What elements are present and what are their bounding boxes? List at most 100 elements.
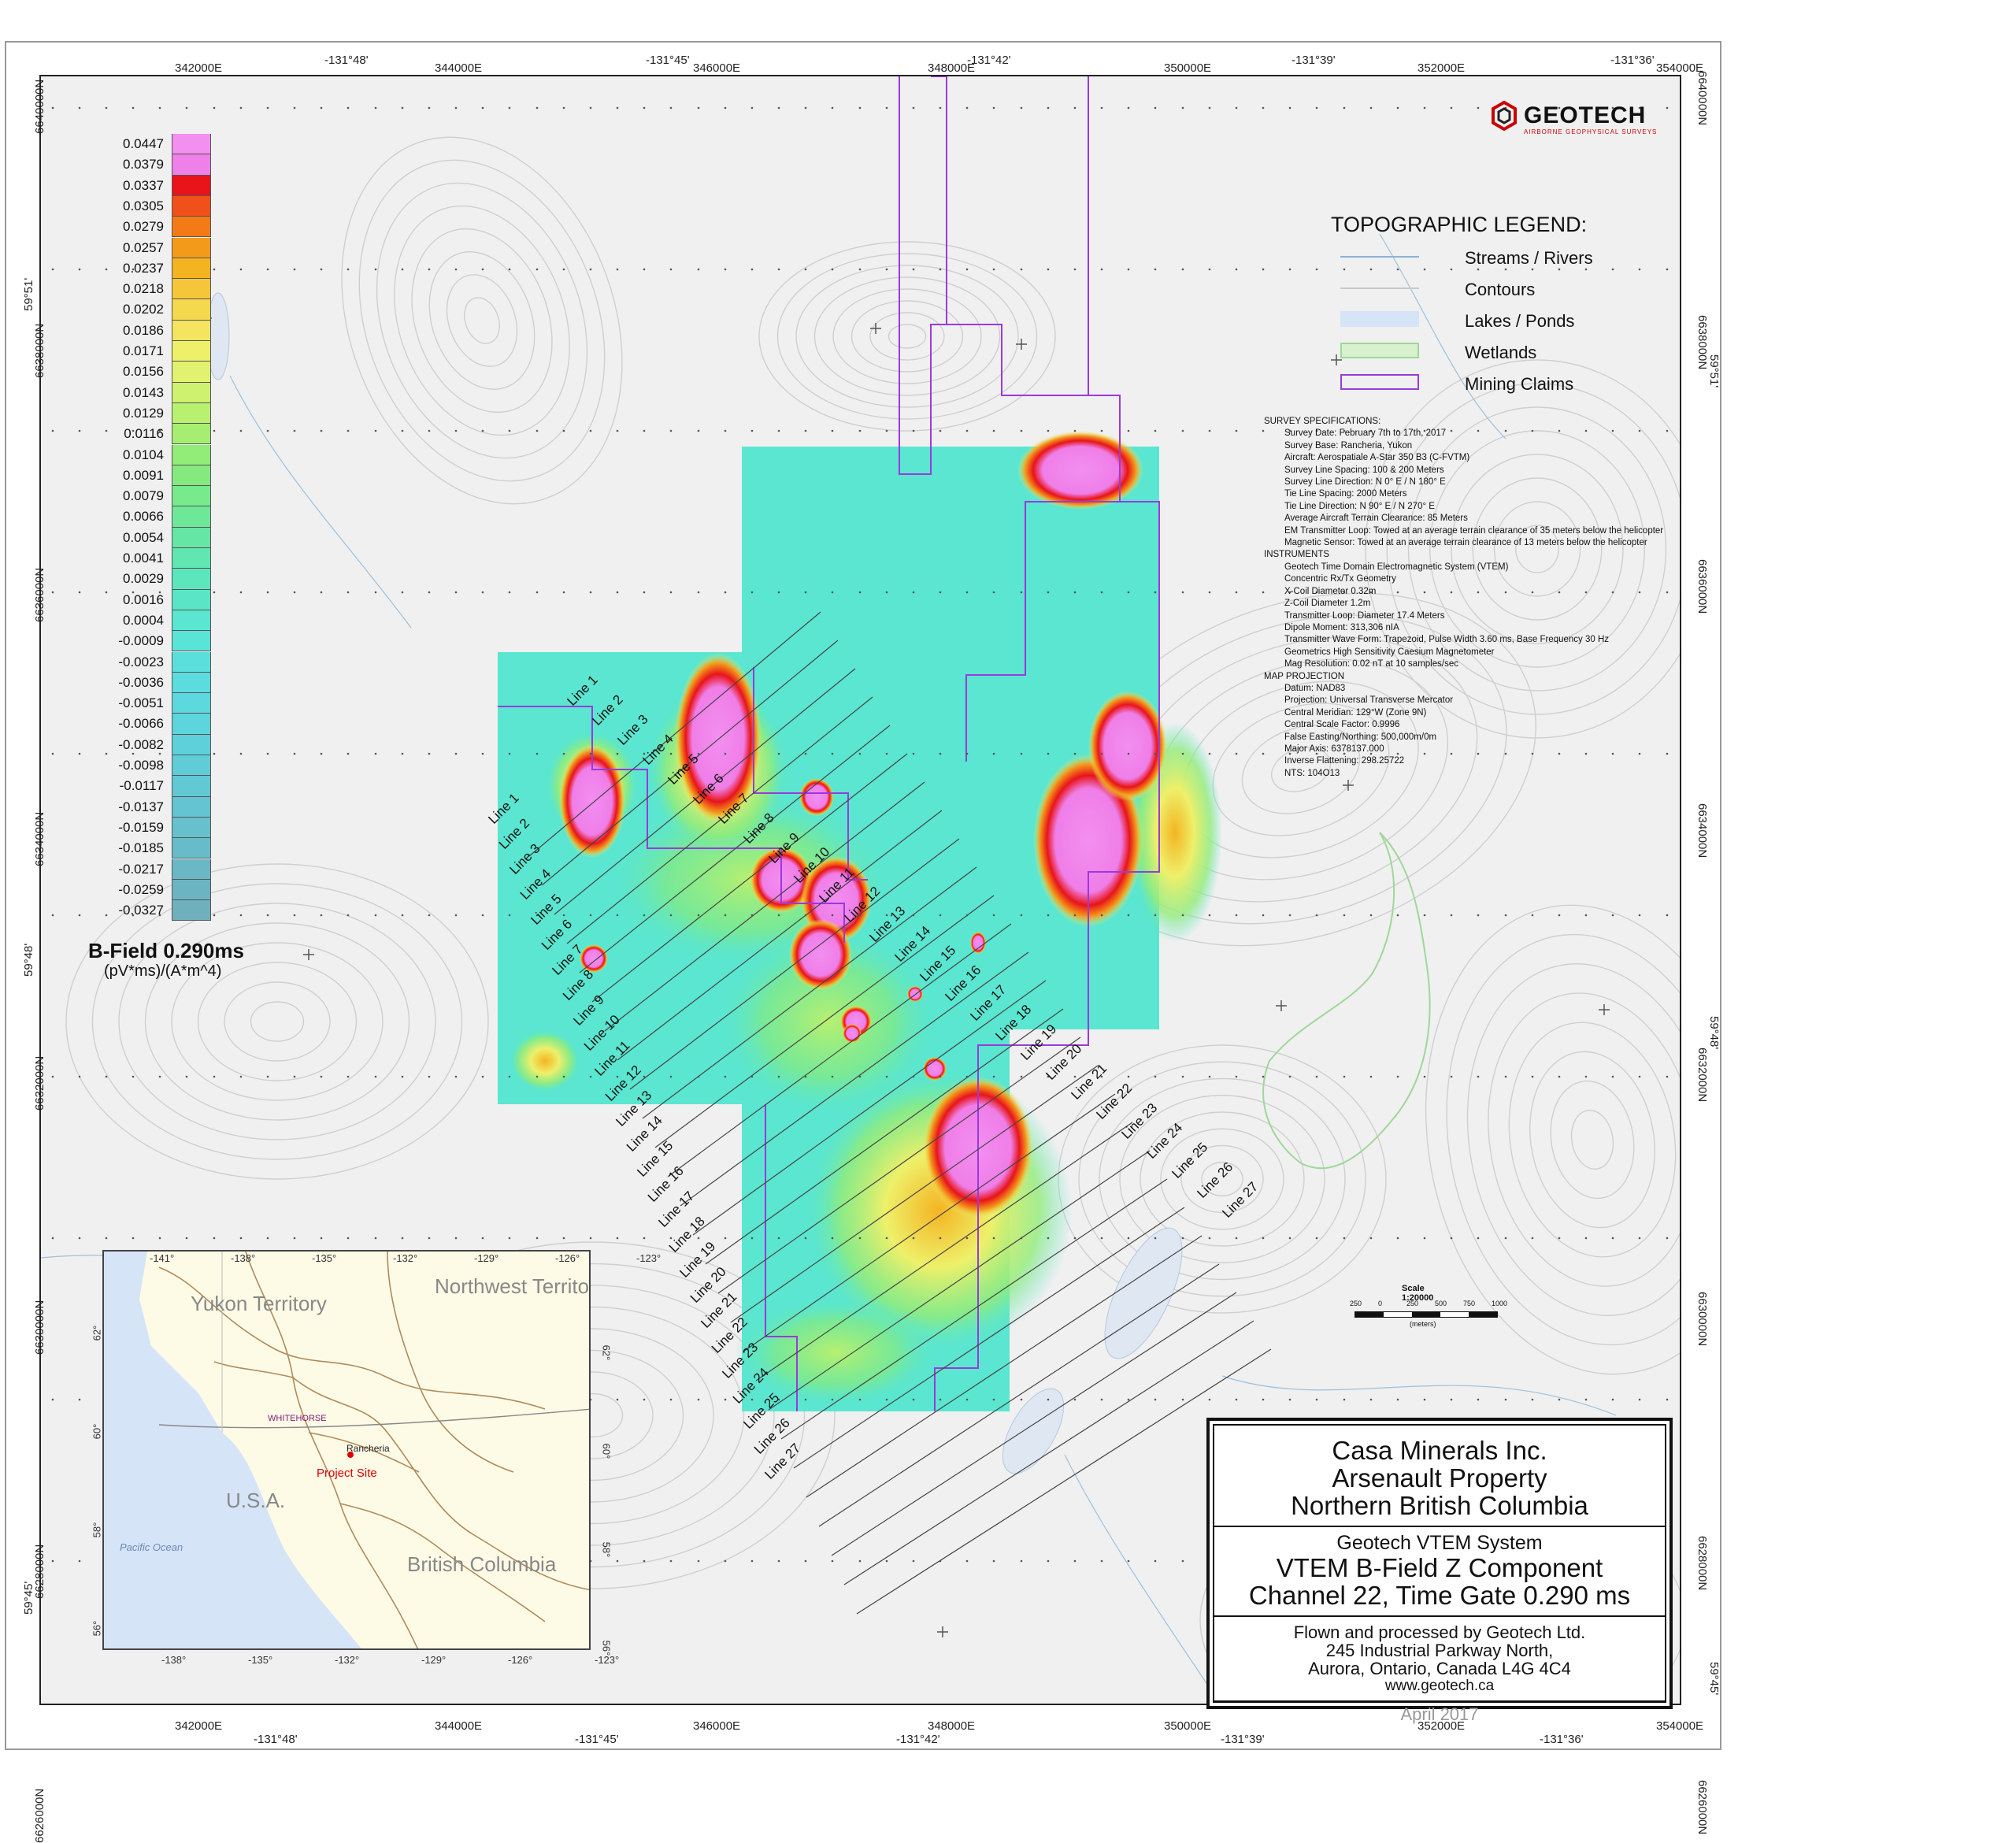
colorbar-value: 0.0143 (123, 384, 164, 400)
inset-tick-bottom: -138° (161, 1654, 187, 1666)
colorbar-swatch (172, 444, 211, 465)
lake-symbol-icon (1340, 311, 1419, 327)
inset-tick-bottom: -132° (335, 1654, 360, 1666)
longitude-tick-top: -131°39' (1292, 54, 1336, 67)
spec-line: MAP PROJECTION (1264, 671, 1345, 681)
longitude-tick-top: -131°48' (324, 54, 369, 67)
colorbar-value: 0.0279 (123, 219, 164, 235)
inset-tick-left: 60° (91, 1423, 103, 1440)
colorbar-swatch (172, 796, 211, 818)
colorbar-value: 0.0104 (123, 447, 164, 462)
topo-legend-item: Streams / Rivers (1331, 248, 1646, 268)
spec-line: Survey Line Spacing: 100 & 200 Meters (1284, 465, 1444, 475)
colorbar-value: 0.0116 (124, 426, 164, 442)
inset-tick-bottom: -126° (508, 1654, 533, 1666)
colorbar-value: -0.0082 (118, 736, 164, 752)
mining-claim-symbol-icon (1340, 374, 1419, 390)
topo-legend-label: Streams / Rivers (1465, 248, 1593, 268)
inset-tick-top: -123° (636, 1252, 662, 1264)
colorbar-value: -0.0023 (118, 654, 164, 669)
topo-legend-item: Mining Claims (1331, 374, 1646, 394)
colorbar-swatch (172, 279, 211, 300)
easting-tick-top: 346000E (693, 61, 741, 75)
location-inset-map: Yukon Territory Northwest Territories U.… (102, 1250, 591, 1650)
inset-region-bc: British Columbia (407, 1552, 557, 1576)
topo-legend-label: Mining Claims (1465, 374, 1574, 394)
topo-legend-item: Contours (1331, 280, 1646, 299)
spec-line: X-Coil Diameter 0.32m (1284, 586, 1377, 596)
inset-tick-top: -129° (474, 1252, 499, 1264)
colorbar-swatch (172, 838, 211, 859)
colorbar-value: 0.0041 (123, 551, 164, 566)
latitude-tick-right: 59°48' (1707, 1016, 1721, 1050)
latitude-tick-left: 59°45' (22, 1581, 35, 1615)
region-name: Northern British Columbia (1291, 1491, 1588, 1520)
colorbar-title: B-Field 0.290ms (88, 939, 244, 962)
easting-tick-bottom: 350000E (1164, 1719, 1212, 1733)
easting-tick-bottom: 348000E (928, 1719, 976, 1733)
colorbar-value: 0.0091 (123, 467, 164, 483)
longitude-tick-bottom: -131°45' (575, 1733, 619, 1746)
inset-tick-top: -126° (555, 1252, 580, 1264)
northing-tick-left: 6630000N (33, 1300, 46, 1355)
spec-line: SURVEY SPECIFICATIONS: (1264, 417, 1381, 426)
spec-line: Survey Date: February 7th to 17th, 2017 (1284, 428, 1447, 439)
spec-line: NTS: 104O13 (1284, 768, 1340, 778)
colorbar-value: -0.0259 (118, 881, 164, 897)
spec-line: Inverse Flattening: 298.25722 (1284, 756, 1405, 766)
colorbar-value: 0.0079 (123, 488, 164, 504)
colorbar-value: 0.0171 (123, 343, 164, 358)
northing-tick-left: 6634000N (33, 811, 46, 866)
inset-tick-bottom: -129° (421, 1654, 447, 1666)
colorbar-swatch (172, 610, 211, 632)
logo-tagline: AIRBORNE GEOPHYSICAL SURVEYS (1524, 128, 1658, 135)
colorbar-swatch (172, 258, 211, 280)
spec-line: Z-Coil Diameter 1.2m (1284, 599, 1371, 609)
spec-line: Geotech Time Domain Electromagnetic Syst… (1284, 562, 1509, 572)
spec-line: Central Scale Factor: 0.9996 (1284, 720, 1400, 730)
colorbar-value: 0.0447 (123, 136, 164, 151)
spec-line: Magnetic Sensor: Towed at an average ter… (1284, 538, 1647, 548)
colorbar-swatch (172, 589, 211, 610)
easting-tick-bottom: 346000E (693, 1719, 741, 1733)
spec-line: Tie Line Spacing: 2000 Meters (1284, 489, 1407, 499)
colorbar-swatch (172, 776, 211, 797)
spec-line: Average Aircraft Terrain Clearance: 85 M… (1284, 514, 1468, 524)
contour-symbol-icon (1340, 287, 1419, 289)
colorbar-value: -0.0051 (118, 695, 164, 711)
colorbar-swatch (172, 195, 211, 217)
colorbar-swatch (172, 486, 211, 507)
scale-tick: 250 (1350, 1300, 1362, 1307)
map-date: April 2017 (1400, 1704, 1479, 1724)
longitude-tick-top: -131°36' (1610, 54, 1655, 67)
colorbar-value: -0.0036 (118, 674, 164, 690)
inset-tick-top: -138° (231, 1252, 256, 1264)
inset-tick-left: 58° (91, 1522, 103, 1538)
easting-tick-top: 344000E (435, 61, 483, 75)
flown-by: Flown and processed by Geotech Ltd. (1293, 1622, 1586, 1642)
inset-region-yukon: Yukon Territory (191, 1292, 327, 1315)
spec-line: Major Axis: 6378137.000 (1284, 744, 1384, 754)
spec-line: Mag Resolution: 0.02 nT at 10 samples/se… (1284, 659, 1458, 669)
scale-tick: 750 (1463, 1300, 1476, 1307)
easting-tick-top: 352000E (1418, 61, 1466, 75)
scale-unit: (meters) (1410, 1320, 1436, 1328)
northing-tick-right: 6634000N (1695, 803, 1709, 858)
colorbar-value: 0.0305 (123, 198, 164, 213)
colorbar-value: -0.0117 (119, 778, 164, 794)
colorbar-value: -0.0098 (118, 758, 164, 773)
topo-legend-title: TOPOGRAPHIC LEGEND: (1331, 213, 1588, 236)
topo-legend-item: Wetlands (1331, 343, 1646, 362)
channel-name: Channel 22, Time Gate 0.290 ms (1248, 1581, 1631, 1610)
colorbar-swatch (172, 714, 211, 735)
colorbar-value: -0.0327 (118, 903, 164, 918)
colorbar-value: -0.0217 (118, 861, 164, 877)
longitude-tick-top: -131°45' (646, 54, 690, 67)
spec-line: Survey Line Direction: N 0° E / N 180° E (1284, 477, 1446, 488)
inset-region-usa: U.S.A. (226, 1489, 286, 1512)
northing-tick-right: 6640000N (1695, 71, 1709, 126)
colorbar-value: 0.0337 (123, 177, 164, 193)
colorbar-swatch (172, 631, 211, 652)
colorbar-value: 0.0379 (123, 157, 164, 172)
colorbar-value: 0.0237 (123, 260, 164, 276)
